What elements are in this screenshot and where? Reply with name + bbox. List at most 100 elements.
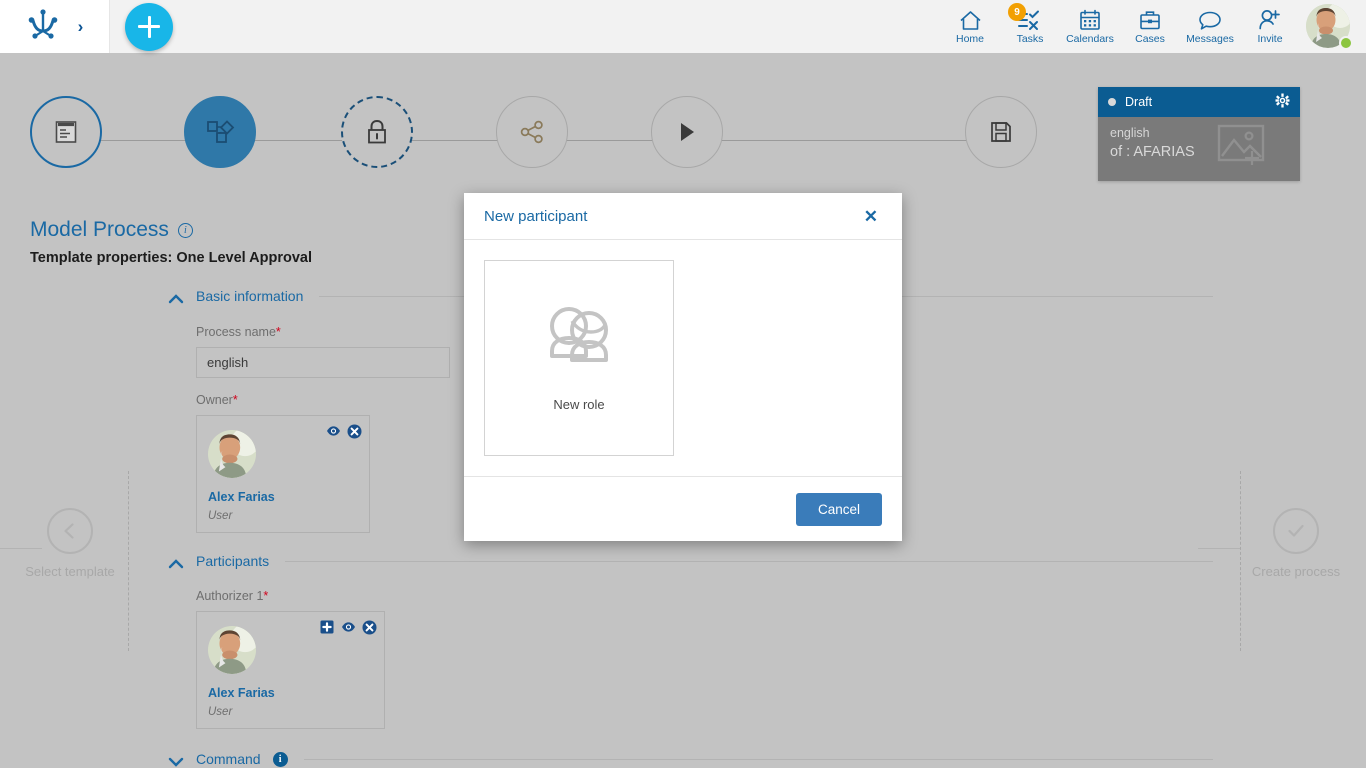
dialog-header: New participant ✕ — [464, 193, 902, 241]
process-stepper — [0, 96, 1070, 186]
nav-label-calendars: Calendars — [1066, 33, 1114, 46]
new-participant-dialog: New participant ✕ New role Cancel — [464, 193, 902, 541]
authorizer-card-actions — [320, 620, 377, 635]
next-step-label: Create process — [1251, 564, 1341, 579]
page-title: Model Process i — [30, 218, 312, 242]
new-role-label: New role — [553, 397, 605, 413]
owner-avatar — [208, 430, 256, 478]
required-mark: * — [263, 589, 269, 603]
dialog-body: New role — [464, 240, 902, 476]
process-name-label: Process name* — [196, 325, 281, 339]
owner-card-actions — [326, 424, 362, 439]
eye-icon[interactable] — [341, 620, 355, 634]
authorizer-avatar — [208, 626, 256, 674]
step-select-template[interactable] — [30, 96, 102, 168]
nav-item-home[interactable]: Home — [940, 0, 1000, 53]
dialog-footer: Cancel — [464, 476, 902, 541]
step-model-process[interactable] — [184, 96, 256, 168]
add-button-zone — [110, 2, 188, 51]
chevron-down-icon — [168, 754, 184, 767]
lock-icon — [368, 119, 386, 144]
step-share[interactable] — [496, 96, 568, 168]
page-header-block: Model Process i Template properties: One… — [30, 218, 312, 266]
dialog-title: New participant — [484, 207, 588, 225]
add-new-button[interactable] — [125, 2, 173, 51]
owner-label: Owner* — [196, 393, 238, 407]
calendar-icon — [1079, 8, 1101, 32]
draft-card-header: Draft — [1098, 87, 1300, 117]
nav-item-invite[interactable]: Invite — [1240, 0, 1300, 53]
user-plus-icon — [1258, 8, 1282, 32]
nav-item-messages[interactable]: Messages — [1180, 0, 1240, 53]
play-icon — [681, 123, 694, 141]
image-placeholder-icon — [1216, 123, 1272, 174]
authorizer-person-card[interactable]: Alex Farias User — [196, 611, 385, 729]
new-role-tile[interactable]: New role — [484, 260, 674, 457]
nav-label-cases: Cases — [1135, 33, 1165, 46]
nav-item-tasks[interactable]: 9 Tasks — [1000, 0, 1060, 53]
cancel-button[interactable]: Cancel — [795, 492, 882, 526]
section-label-basic: Basic information — [196, 288, 304, 304]
group-people-icon — [541, 304, 617, 371]
step-run[interactable] — [651, 96, 723, 168]
home-icon — [959, 8, 982, 32]
draft-card-body: english of : AFARIAS — [1098, 117, 1300, 181]
close-circle-icon[interactable] — [347, 424, 362, 439]
nav-label-tasks: Tasks — [1016, 33, 1044, 46]
step-save[interactable] — [965, 96, 1037, 168]
document-list-icon — [55, 121, 77, 143]
nav-label-invite: Invite — [1257, 33, 1283, 46]
close-circle-icon[interactable] — [362, 620, 377, 635]
section-label-participants: Participants — [196, 553, 270, 569]
gear-icon[interactable] — [1275, 93, 1290, 111]
authorizer-label-text: Authorizer 1 — [196, 589, 264, 603]
next-step-button[interactable]: Create process — [1216, 508, 1366, 579]
eye-icon[interactable] — [326, 424, 340, 438]
prev-step-button[interactable]: Select template — [0, 508, 150, 579]
shapes-icon — [207, 120, 235, 143]
chevron-left-circle-icon — [47, 508, 93, 554]
chevron-up-icon — [168, 556, 184, 569]
page-title-text: Model Process — [30, 218, 169, 241]
chevron-right-icon[interactable]: › — [78, 18, 84, 35]
draft-status-dot — [1108, 98, 1116, 106]
chevron-up-icon — [168, 291, 184, 304]
section-divider — [285, 560, 1213, 562]
section-label-command: Command — [196, 751, 261, 767]
prev-step-label: Select template — [25, 564, 115, 579]
top-navigation-bar: › Home 9 Tasks Calendars Cases Messages … — [0, 0, 1366, 53]
nav-item-calendars[interactable]: Calendars — [1060, 0, 1120, 53]
required-mark: * — [232, 393, 238, 407]
close-icon[interactable]: ✕ — [860, 206, 882, 227]
section-command[interactable]: Command i — [168, 751, 1213, 767]
section-participants[interactable]: Participants — [168, 553, 1213, 569]
plus-square-icon[interactable] — [320, 620, 334, 634]
process-name-label-text: Process name — [196, 325, 276, 339]
section-divider — [303, 758, 1213, 760]
owner-name: Alex Farias — [208, 490, 275, 504]
online-status-dot — [1339, 35, 1353, 50]
nav-label-home: Home — [955, 33, 984, 46]
anchor-logo-icon[interactable] — [26, 7, 60, 46]
draft-status-label: Draft — [1125, 95, 1153, 109]
step-policy[interactable] — [341, 96, 413, 168]
nav-label-messages: Messages — [1186, 33, 1234, 46]
avatar[interactable] — [1306, 3, 1353, 50]
floppy-disk-icon — [991, 122, 1011, 142]
page-subtitle: Template properties: One Level Approval — [30, 250, 313, 266]
authorizer-label: Authorizer 1* — [196, 589, 268, 603]
process-name-input[interactable] — [196, 347, 450, 378]
required-mark: * — [275, 325, 281, 339]
owner-person-card[interactable]: Alex Farias User — [196, 415, 370, 533]
check-circle-icon — [1273, 508, 1319, 554]
authorizer-role: User — [208, 706, 233, 718]
draft-status-card[interactable]: Draft english of: AFARIAS — [1098, 87, 1300, 181]
info-outline-icon[interactable]: i — [177, 222, 193, 238]
logo-zone: › — [0, 0, 110, 53]
app-root: › Home 9 Tasks Calendars Cases Messages … — [0, 0, 1366, 768]
authorizer-name: Alex Farias — [208, 686, 275, 700]
top-nav-items: Home 9 Tasks Calendars Cases Messages In… — [940, 0, 1366, 53]
nav-item-cases[interactable]: Cases — [1120, 0, 1180, 53]
share-icon — [520, 120, 543, 144]
info-filled-icon[interactable]: i — [272, 751, 288, 767]
